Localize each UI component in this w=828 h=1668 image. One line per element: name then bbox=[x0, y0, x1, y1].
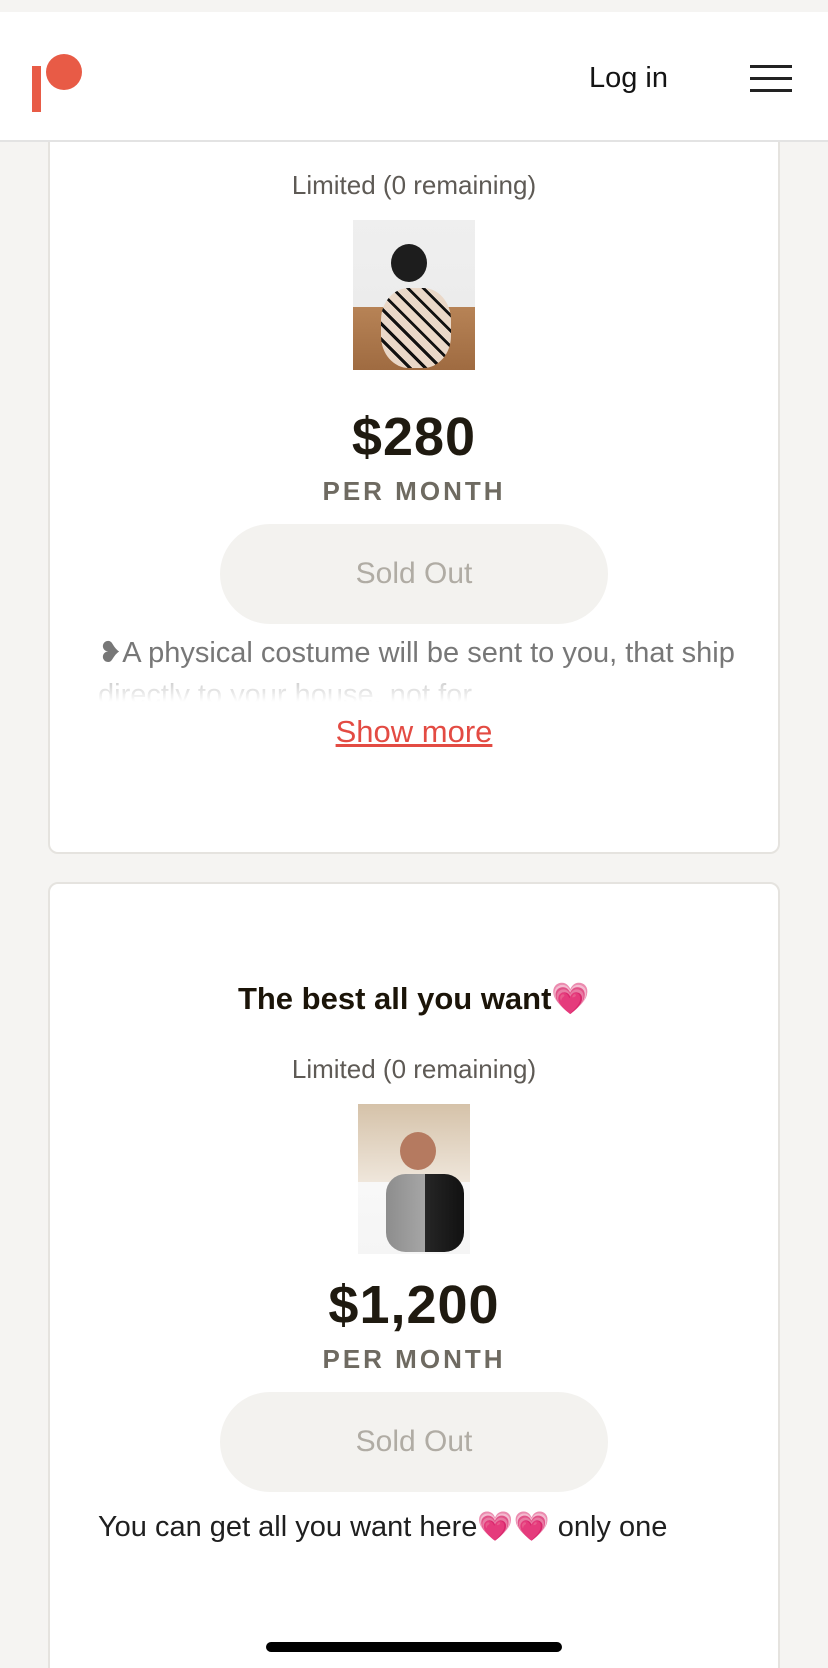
menu-icon[interactable] bbox=[750, 61, 792, 95]
top-navigation: Log in bbox=[0, 12, 828, 142]
tier-image bbox=[358, 1104, 470, 1254]
app-screen: Limited (0 remaining) $280 PER MONTH Sol… bbox=[0, 0, 828, 1668]
tier-title: The best all you want💗 bbox=[237, 981, 591, 1016]
limited-text: Limited (0 remaining) bbox=[291, 170, 537, 200]
sold-out-button[interactable]: Sold Out bbox=[220, 1392, 608, 1492]
home-indicator bbox=[266, 1642, 562, 1652]
tier-price: $1,200 bbox=[328, 1275, 500, 1335]
login-link[interactable]: Log in bbox=[589, 62, 668, 95]
tier-description: ❥A physical costume will be sent to you,… bbox=[98, 637, 735, 708]
menu-icon-line bbox=[750, 65, 792, 68]
menu-icon-line bbox=[750, 89, 792, 92]
tier-card: Limited (0 remaining) $280 PER MONTH Sol… bbox=[48, 80, 780, 854]
show-more-link[interactable]: Show more bbox=[50, 714, 778, 750]
logo-bar bbox=[32, 66, 41, 112]
menu-icon-line bbox=[750, 77, 792, 80]
tier-price: $280 bbox=[351, 407, 477, 467]
limited-text: Limited (0 remaining) bbox=[291, 1054, 537, 1084]
sold-out-button[interactable]: Sold Out bbox=[220, 524, 608, 624]
logo-dot bbox=[46, 54, 82, 90]
tier-period: PER MONTH bbox=[322, 476, 506, 506]
tier-list: Limited (0 remaining) $280 PER MONTH Sol… bbox=[0, 0, 828, 1668]
tier-period: PER MONTH bbox=[322, 1344, 506, 1374]
patreon-logo-icon[interactable] bbox=[32, 54, 82, 112]
tier-description: You can get all you want here💗💗 only one bbox=[98, 1511, 668, 1543]
tier-card: The best all you want💗 Limited (0 remain… bbox=[48, 882, 780, 1668]
tier-image bbox=[353, 220, 475, 370]
